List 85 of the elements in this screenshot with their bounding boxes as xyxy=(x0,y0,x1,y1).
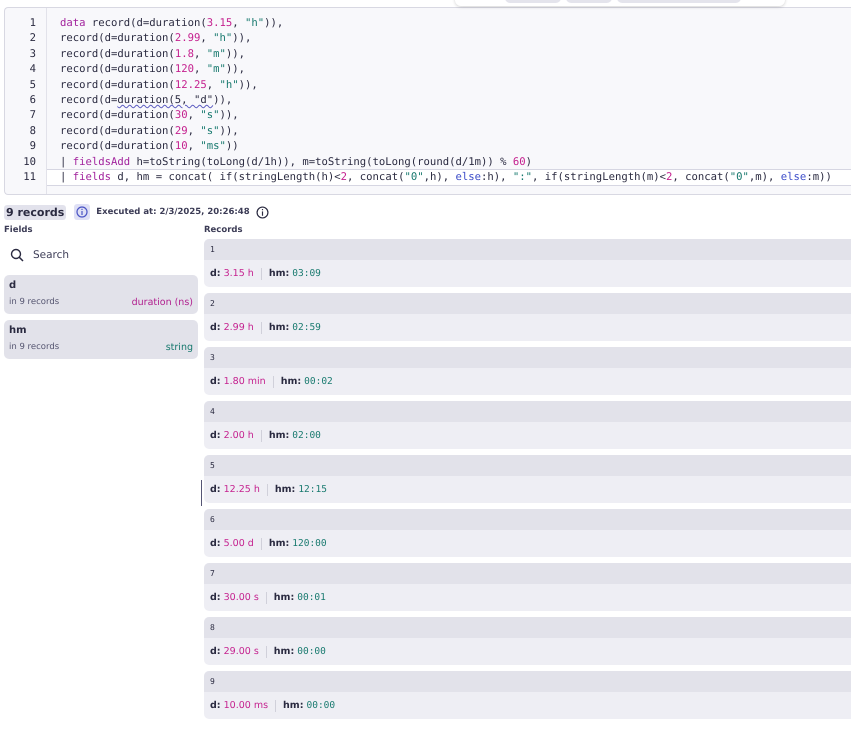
line-number: 2 xyxy=(28,31,37,46)
field-label: hm: xyxy=(268,538,290,549)
line-number: 6 xyxy=(28,92,37,108)
field-label: hm: xyxy=(268,322,290,333)
field-label: d: xyxy=(210,322,221,333)
panel-title: Records xyxy=(204,225,244,237)
field-value: 120:00 xyxy=(292,538,327,549)
field-name: hm xyxy=(9,325,28,338)
field-value: 2.00 h xyxy=(224,430,254,441)
field-count: in 9 records xyxy=(9,297,60,308)
field-label: d: xyxy=(210,484,221,495)
panel-title: Fields xyxy=(4,225,34,237)
field-label: d: xyxy=(210,592,221,603)
code-line: record(d=duration(29, "s")), xyxy=(59,124,240,139)
record-index: 7 xyxy=(204,563,851,584)
line-number: 5 xyxy=(28,78,37,93)
field-value: 00:00 xyxy=(297,646,326,657)
code-line: record(d=duration(12.25, "h")), xyxy=(59,78,259,93)
field-value: 12.25 h xyxy=(224,484,260,495)
field-card[interactable]: hm in 9 records string xyxy=(4,320,198,359)
field-value: 00:00 xyxy=(306,700,336,711)
field-value: 02:00 xyxy=(292,430,321,441)
field-value: 1.80 min xyxy=(224,376,266,387)
field-label: hm: xyxy=(274,484,296,495)
code-editor[interactable] xyxy=(4,7,851,195)
field-label: d: xyxy=(210,268,221,279)
field-label: hm: xyxy=(274,646,294,657)
field-value: 29.00 s xyxy=(224,646,259,657)
code-line: data record(d=duration(3.15, "h")), xyxy=(59,16,284,31)
field-card[interactable]: d in 9 records duration (ns) xyxy=(4,275,198,314)
field-value: 2.99 h xyxy=(224,322,254,333)
field-label: d: xyxy=(210,700,221,711)
code-line: record(d=duration(1.8, "m")), xyxy=(59,46,246,62)
record-index: 8 xyxy=(204,617,851,638)
field-value: 00:02 xyxy=(304,376,333,387)
field-value: 30.00 s xyxy=(224,592,259,603)
code-line: record(d=duration(10, "ms")) xyxy=(59,139,240,154)
field-label: hm: xyxy=(274,592,294,603)
code-line: record(d=duration(120, "m")), xyxy=(59,62,246,78)
resize-handle[interactable] xyxy=(201,480,202,506)
field-type: duration (ns) xyxy=(132,297,193,308)
field-label: d: xyxy=(210,376,221,387)
record-index: 6 xyxy=(204,509,851,530)
line-number: 8 xyxy=(28,124,37,139)
line-number: 4 xyxy=(28,62,37,78)
info-icon[interactable] xyxy=(256,206,269,218)
field-count: in 9 records xyxy=(9,342,60,353)
code-line: | fieldsAdd h=toString(toLong(d/1h)), m=toString(toLong(round(d/1m)) % 60) xyxy=(59,154,534,170)
record-index: 2 xyxy=(204,293,851,314)
info-icon xyxy=(76,206,88,218)
field-value: 00:01 xyxy=(297,592,326,603)
line-number: 9 xyxy=(28,139,37,154)
record-count: 9 records xyxy=(4,204,66,220)
field-label: hm: xyxy=(268,430,290,441)
field-label: d: xyxy=(210,646,221,657)
field-value: 12:15 xyxy=(298,484,327,495)
field-name: d xyxy=(9,280,18,293)
record-index: 4 xyxy=(204,401,851,422)
field-value: 5.00 d xyxy=(224,538,254,549)
code-line: record(d=duration(30, "s")), xyxy=(59,108,240,124)
info-button[interactable] xyxy=(74,204,90,220)
field-value: 02:59 xyxy=(292,322,321,333)
field-label: hm: xyxy=(280,376,302,387)
search-icon xyxy=(10,248,24,262)
line-number: 11 xyxy=(22,170,37,185)
field-type: string xyxy=(166,342,193,353)
field-value: 03:09 xyxy=(292,268,321,279)
search-field[interactable]: Search xyxy=(33,249,173,261)
code-line: record(d=duration(2.99, "h")), xyxy=(59,31,252,46)
field-label: hm: xyxy=(268,268,290,279)
line-number: 7 xyxy=(28,108,37,124)
line-number: 10 xyxy=(22,154,37,170)
record-index: 5 xyxy=(204,455,851,476)
code-line: record(d=duration(5, "d")), xyxy=(59,92,234,108)
field-value: 3.15 h xyxy=(224,268,254,279)
field-label: hm: xyxy=(283,700,304,711)
record-index: 1 xyxy=(204,239,851,260)
line-number: 3 xyxy=(28,46,37,62)
execution-time: Executed at: 2/3/2025, 20:26:48 xyxy=(96,207,250,217)
field-label: d: xyxy=(210,538,221,549)
field-value: 10.00 ms xyxy=(224,700,268,711)
field-label: d: xyxy=(210,430,221,441)
record-index: 3 xyxy=(204,347,851,368)
record-index: 9 xyxy=(204,671,851,692)
line-number: 1 xyxy=(28,16,37,31)
